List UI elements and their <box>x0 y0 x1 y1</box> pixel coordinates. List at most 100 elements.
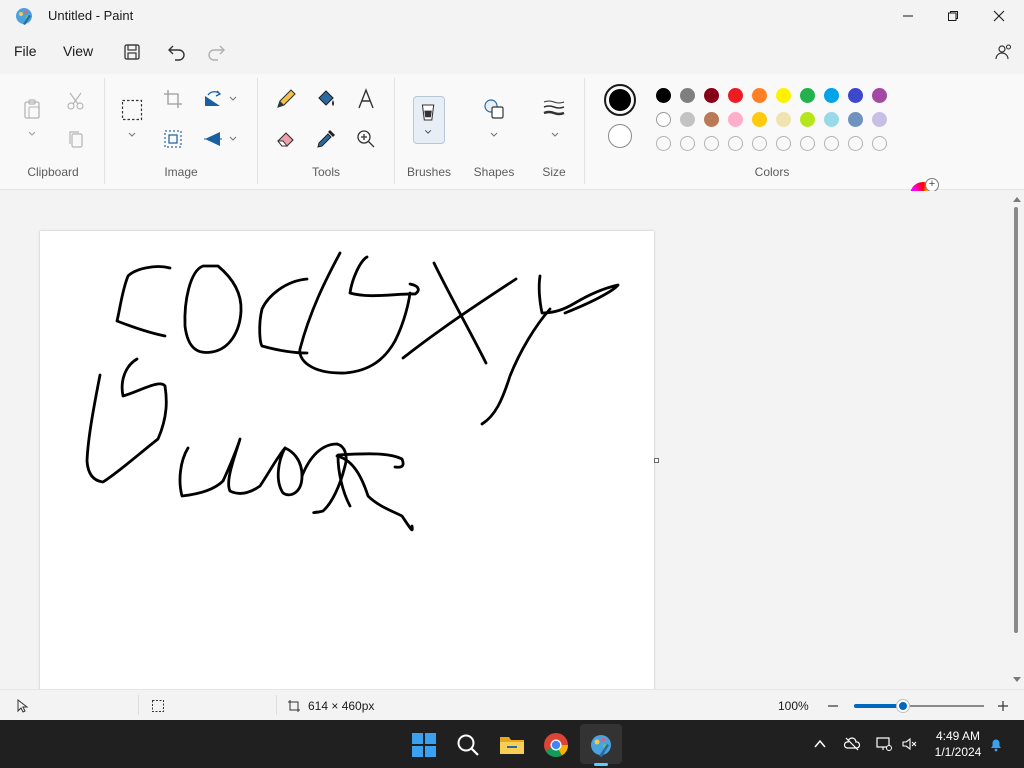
custom-color-slot[interactable] <box>800 136 815 151</box>
flip-button[interactable] <box>202 128 224 150</box>
color-swatch[interactable] <box>848 112 863 127</box>
save-button[interactable] <box>122 42 142 62</box>
color-swatch[interactable] <box>728 112 743 127</box>
group-label-image: Image <box>164 165 198 179</box>
redo-button[interactable] <box>206 42 226 62</box>
secondary-color-swatch[interactable] <box>608 124 632 148</box>
primary-color-swatch[interactable] <box>604 84 636 116</box>
color-swatch[interactable] <box>824 88 839 103</box>
size-chevron-icon[interactable] <box>551 132 559 138</box>
menu-bar: File View <box>0 36 1024 68</box>
paint-taskbar-button[interactable] <box>588 732 614 758</box>
canvas-resize-handle[interactable] <box>654 458 659 463</box>
close-button[interactable] <box>976 0 1022 32</box>
resize-button[interactable] <box>162 128 184 150</box>
select-button[interactable] <box>121 99 143 121</box>
color-swatch[interactable] <box>656 88 671 103</box>
rotate-button[interactable] <box>202 88 224 110</box>
zoom-in-icon[interactable] <box>996 699 1010 713</box>
onedrive-button[interactable] <box>844 736 860 752</box>
start-button[interactable] <box>411 732 437 758</box>
eraser-icon <box>276 132 294 147</box>
color-swatch[interactable] <box>704 88 719 103</box>
chrome-button[interactable] <box>543 732 569 758</box>
select-chevron-icon[interactable] <box>128 132 136 138</box>
color-swatch[interactable] <box>728 88 743 103</box>
notifications-button[interactable] <box>988 736 1004 752</box>
shapes-button[interactable] <box>483 98 505 120</box>
group-label-tools: Tools <box>311 165 340 179</box>
shapes-chevron-icon[interactable] <box>490 132 498 138</box>
fill-button[interactable] <box>315 88 337 110</box>
custom-color-slot[interactable] <box>848 136 863 151</box>
magnifier-button[interactable] <box>355 128 377 150</box>
search-button[interactable] <box>455 732 481 758</box>
cut-button[interactable] <box>65 90 87 112</box>
custom-color-slot[interactable] <box>776 136 791 151</box>
color-swatch[interactable] <box>776 88 791 103</box>
paste-chevron-icon[interactable] <box>28 131 36 137</box>
color-swatch[interactable] <box>800 112 815 127</box>
minimize-button[interactable] <box>885 0 931 32</box>
ribbon-separator <box>584 78 585 184</box>
zoom-slider[interactable] <box>854 700 984 712</box>
vertical-scrollbar[interactable] <box>1010 191 1024 689</box>
custom-color-slot[interactable] <box>872 136 887 151</box>
crop-button[interactable] <box>162 88 184 110</box>
brushes-button[interactable] <box>413 96 445 144</box>
custom-color-slot[interactable] <box>824 136 839 151</box>
flip-chevron-icon[interactable] <box>229 136 237 142</box>
pencil-icon <box>277 89 296 108</box>
color-swatch[interactable] <box>872 112 887 127</box>
color-swatch[interactable] <box>656 112 671 127</box>
scroll-up-icon[interactable] <box>1010 194 1024 204</box>
color-picker-button[interactable] <box>315 128 337 150</box>
size-button[interactable] <box>543 98 565 120</box>
custom-color-slot[interactable] <box>704 136 719 151</box>
ribbon-separator <box>394 78 395 184</box>
color-swatch[interactable] <box>704 112 719 127</box>
custom-color-slot[interactable] <box>656 136 671 151</box>
color-swatch[interactable] <box>824 112 839 127</box>
custom-color-slot[interactable] <box>752 136 767 151</box>
zoom-level-text[interactable]: 100% <box>778 699 809 713</box>
color-swatch[interactable] <box>752 88 767 103</box>
taskbar-clock[interactable]: 4:49 AM 1/1/2024 <box>928 728 988 760</box>
people-icon <box>995 44 1012 60</box>
eraser-button[interactable] <box>275 128 297 150</box>
color-swatch[interactable] <box>848 88 863 103</box>
menu-file[interactable]: File <box>14 43 37 59</box>
scroll-down-icon[interactable] <box>1010 675 1024 685</box>
zoom-out-icon[interactable] <box>826 699 840 713</box>
save-icon <box>124 44 140 60</box>
paste-button[interactable] <box>21 98 43 120</box>
color-swatch[interactable] <box>752 112 767 127</box>
color-swatch[interactable] <box>680 112 695 127</box>
scrollbar-thumb[interactable] <box>1014 207 1018 633</box>
color-swatch[interactable] <box>800 88 815 103</box>
pencil-button[interactable] <box>275 88 297 110</box>
custom-color-slot[interactable] <box>728 136 743 151</box>
color-swatch[interactable] <box>680 88 695 103</box>
drawing-canvas[interactable] <box>40 231 654 689</box>
maximize-button[interactable] <box>930 0 976 32</box>
primary-color-fill <box>609 89 631 111</box>
zoom-slider-thumb[interactable] <box>897 700 910 712</box>
copy-button[interactable] <box>65 128 87 150</box>
account-button[interactable] <box>994 42 1014 62</box>
crop-icon <box>164 90 182 108</box>
network-button[interactable] <box>876 736 892 752</box>
text-button[interactable] <box>355 88 377 110</box>
menu-view[interactable]: View <box>63 43 93 59</box>
group-label-colors: Colors <box>754 165 790 179</box>
show-hidden-icons-button[interactable] <box>812 736 828 752</box>
file-explorer-button[interactable] <box>499 732 525 758</box>
color-swatch[interactable] <box>776 112 791 127</box>
custom-color-slot[interactable] <box>680 136 695 151</box>
volume-button[interactable] <box>901 736 917 752</box>
rotate-chevron-icon[interactable] <box>229 96 237 102</box>
paste-icon <box>24 99 40 119</box>
paint-app-icon <box>591 735 611 757</box>
undo-button[interactable] <box>167 42 187 62</box>
color-swatch[interactable] <box>872 88 887 103</box>
